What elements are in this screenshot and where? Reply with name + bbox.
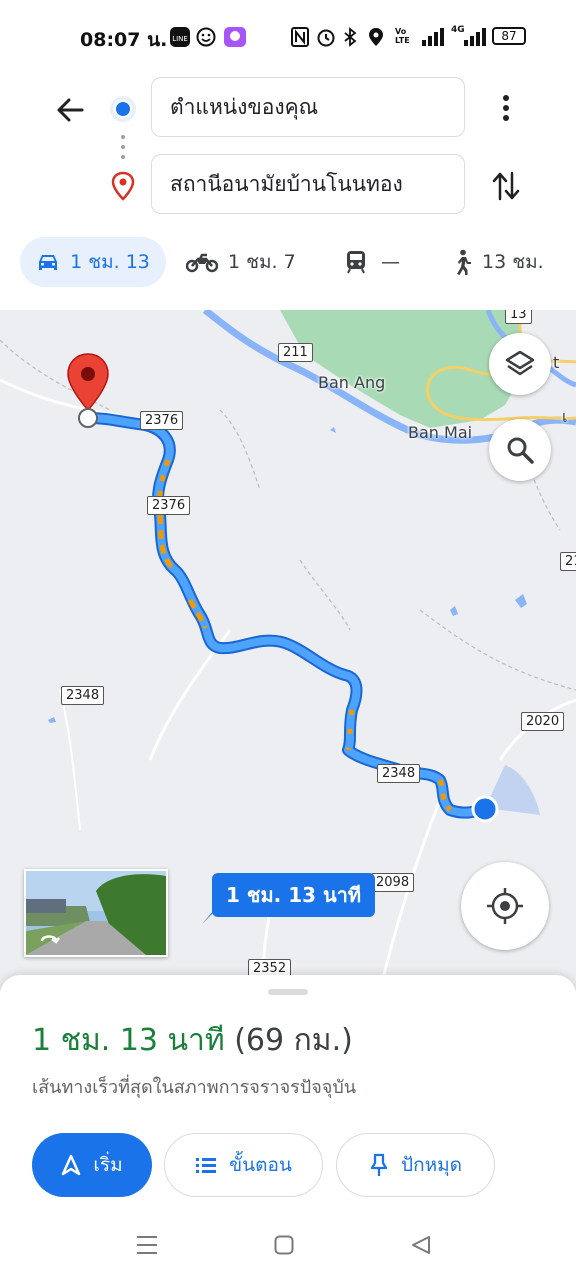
route-dots (121, 135, 125, 159)
tab-driving[interactable]: 1 ชม. 13 (20, 237, 166, 287)
recents-menu-icon[interactable] (136, 1235, 158, 1255)
place-label: Ban Mai (408, 423, 473, 442)
sheet-drag-handle[interactable] (268, 989, 308, 995)
route-duration: 1 ชม. 13 นาที (32, 1023, 225, 1058)
svg-text:LINE: LINE (172, 35, 188, 43)
pin-button[interactable]: ปักหมุด (336, 1133, 495, 1197)
tab-driving-label: 1 ชม. 13 (70, 251, 150, 273)
route-duration-callout[interactable]: 1 ชม. 13 นาที (212, 873, 376, 917)
steps-button[interactable]: ขั้นตอน (164, 1133, 323, 1197)
alarm-icon (317, 29, 335, 47)
street-view-image (26, 871, 166, 955)
road-label: 2376 (140, 411, 184, 430)
list-icon (196, 1158, 217, 1173)
steps-label: ขั้นตอน (229, 1154, 292, 1176)
map-edge-glyph: t (553, 353, 560, 372)
4g-label: 4G (451, 25, 465, 35)
more-options-icon[interactable] (494, 92, 518, 124)
walk-icon (457, 249, 471, 275)
layers-icon (505, 350, 535, 376)
my-location-button[interactable] (461, 862, 549, 950)
pushpin-icon (370, 1153, 388, 1176)
swap-direction-icon[interactable] (490, 169, 522, 203)
destination-input[interactable]: สถานีอนามัยบ้านโนนทอง (151, 154, 465, 214)
origin-input[interactable]: ตำแหน่งของคุณ (151, 77, 465, 137)
place-label: Ban Ang (318, 373, 386, 392)
tab-transit[interactable]: — (345, 237, 400, 287)
tab-walking-label: 13 ชม. (482, 251, 544, 273)
system-nav-bar (0, 1210, 576, 1280)
4g-signal-icon (464, 28, 486, 46)
water-body (48, 427, 527, 723)
search-icon (507, 437, 534, 464)
road-label: 13 (505, 310, 532, 324)
route-line-border (82, 412, 491, 819)
route-summary: 1 ชม. 13 นาที (69 กม.) (32, 1017, 353, 1064)
tab-motorcycle-label: 1 ชม. 7 (228, 251, 296, 273)
route-distance: (69 กม.) (234, 1023, 353, 1058)
tab-motorcycle[interactable]: 1 ชม. 7 (186, 237, 296, 287)
nfc-icon (291, 27, 309, 47)
destination-marker-icon[interactable] (65, 352, 111, 430)
callout-tail (202, 910, 216, 924)
map-view[interactable]: Ban Ang Ban Mai t เ 13 211 2376 2376 234… (0, 310, 576, 990)
layers-button[interactable] (489, 333, 551, 395)
route-note: เส้นทางเร็วที่สุดในสภาพการจราจรปัจจุบัน (32, 1077, 357, 1098)
street-view-thumbnail[interactable] (24, 869, 168, 957)
volte-icon: Vo LTE (395, 27, 410, 45)
status-time: 08:07 น. (80, 29, 168, 51)
local-road (378, 799, 442, 990)
road-label: 21 (560, 552, 576, 571)
origin-dot-icon (110, 96, 136, 122)
home-icon[interactable] (274, 1235, 294, 1255)
destination-pin-icon (111, 171, 135, 201)
start-navigation-button[interactable]: เริ่ม (32, 1133, 152, 1197)
app-badge-icon (224, 27, 246, 47)
battery-icon: 87 (492, 27, 526, 45)
local-road (59, 689, 81, 831)
current-location-icon (471, 795, 499, 823)
back-arrow-icon[interactable] (54, 94, 86, 126)
search-button[interactable] (489, 419, 551, 481)
road-label: 2348 (61, 686, 105, 705)
map-edge-glyph: เ (562, 407, 568, 426)
smiley-app-icon (196, 27, 216, 47)
location-icon (369, 28, 383, 46)
park-area (280, 310, 525, 428)
crosshair-icon (487, 888, 523, 924)
back-triangle-icon[interactable] (410, 1235, 432, 1255)
road-label: 211 (278, 343, 313, 362)
transit-icon (347, 251, 365, 274)
tab-walking[interactable]: 13 ชม. (452, 237, 544, 287)
route-line (84, 414, 489, 817)
status-bar: 08:07 น. LINE Vo LTE 4G 87 (0, 0, 576, 72)
road-label: 2348 (377, 764, 421, 783)
bluetooth-icon (344, 27, 357, 47)
signal-icon (422, 28, 444, 46)
line-icon: LINE (170, 27, 190, 47)
motorcycle-icon (186, 253, 218, 273)
pin-label: ปักหมุด (401, 1154, 462, 1176)
road-label: 2376 (147, 496, 191, 515)
start-navigation-label: เริ่ม (93, 1154, 123, 1176)
tab-transit-label: — (381, 251, 400, 273)
navigation-arrow-icon (62, 1154, 81, 1176)
road-label: 2020 (521, 712, 565, 731)
road-label: 2098 (371, 873, 415, 892)
car-icon (39, 255, 58, 270)
